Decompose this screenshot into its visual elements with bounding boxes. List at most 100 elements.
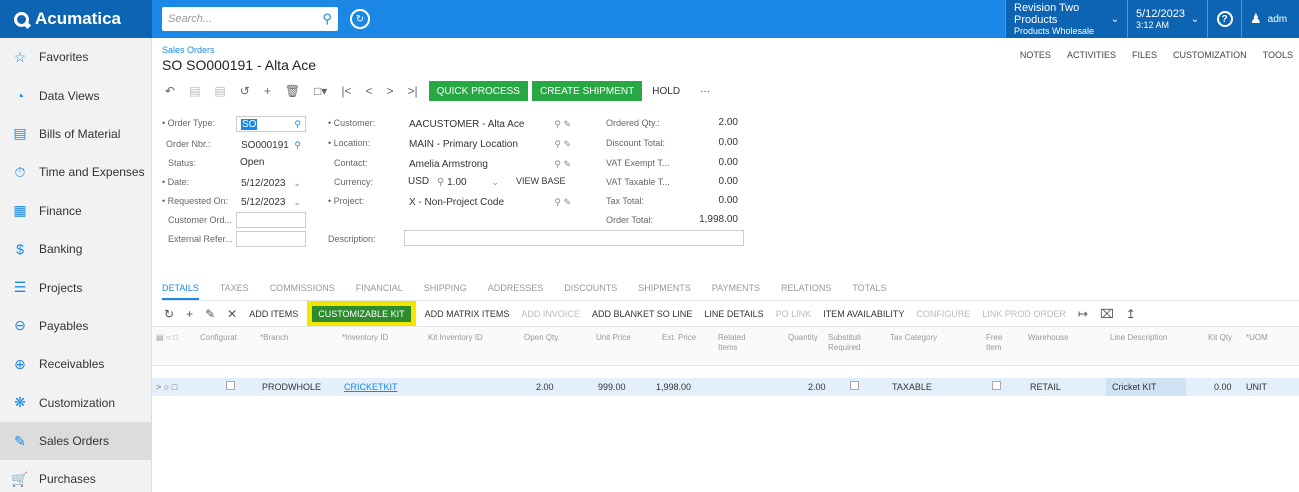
previous-record-icon[interactable]: < [358, 80, 379, 102]
description-field[interactable] [404, 230, 744, 246]
cell-line-description[interactable]: Cricket KIT [1112, 382, 1157, 392]
search-icon[interactable]: ⚲ ✎ [554, 159, 571, 170]
col-open-qty[interactable]: Open Qty. [524, 333, 560, 343]
tab-financial[interactable]: FINANCIAL [356, 281, 403, 300]
cell-ext-price[interactable]: 1,998.00 [656, 382, 691, 392]
cell-unit-price[interactable]: 999.00 [598, 382, 626, 392]
project-field[interactable]: X - Non-Project Code ⚲ ✎ [404, 194, 576, 210]
cell-open-qty[interactable]: 2.00 [536, 382, 554, 392]
undo-icon[interactable]: ↺ [233, 80, 257, 102]
company-selector[interactable]: Revision Two Products Products Wholesale… [1005, 0, 1127, 38]
search-icon[interactable]: ⚲ [294, 119, 301, 130]
tab-shipping[interactable]: SHIPPING [424, 281, 467, 300]
refresh-icon[interactable]: ↻ [158, 307, 180, 321]
sidebar-item-time-and-expenses[interactable]: ⏱ Time and Expenses [0, 153, 151, 191]
breadcrumb[interactable]: Sales Orders [162, 45, 215, 55]
search-icon[interactable]: ⚲ ✎ [554, 139, 571, 150]
sidebar-item-payables[interactable]: ⊖ Payables [0, 307, 151, 345]
files-link[interactable]: FILES [1132, 50, 1157, 60]
col-substitute-required[interactable]: Substituti Required [828, 333, 872, 353]
sidebar-item-receivables[interactable]: ⊕ Receivables [0, 345, 151, 383]
col-line-description[interactable]: Line Description [1110, 333, 1167, 343]
col-related-items[interactable]: Related Items [718, 333, 754, 353]
customizable-kit-button[interactable]: CUSTOMIZABLE KIT [307, 301, 416, 327]
col-uom[interactable]: *UOM [1246, 333, 1268, 343]
sidebar-item-projects[interactable]: ☰ Projects [0, 268, 151, 306]
history-icon[interactable]: ↻ [350, 9, 370, 29]
requested-on-field[interactable]: 5/12/2023 ⌄ [236, 194, 306, 210]
cell-inventory-id-link[interactable]: CRICKETKIT [344, 382, 398, 392]
location-field[interactable]: MAIN - Primary Location ⚲ ✎ [404, 136, 576, 152]
search-input[interactable]: Search... ⚲ [162, 7, 338, 31]
link-prod-order-button[interactable]: LINK PROD ORDER [976, 309, 1072, 319]
tab-taxes[interactable]: TAXES [220, 281, 249, 300]
order-nbr-field[interactable]: SO000191 ⚲ [236, 137, 306, 153]
hold-button[interactable]: HOLD [642, 86, 690, 97]
sidebar-item-customization[interactable]: ❋ Customization [0, 384, 151, 422]
col-quantity[interactable]: Quantity [788, 333, 818, 343]
acumatica-logo[interactable]: Acumatica [0, 0, 152, 38]
fit-columns-icon[interactable]: ↦ [1072, 307, 1094, 321]
tab-relations[interactable]: RELATIONS [781, 281, 831, 300]
sidebar-item-sales-orders[interactable]: ✎ Sales Orders [0, 421, 151, 461]
search-icon[interactable]: ⚲ ✎ [554, 119, 571, 130]
line-details-button[interactable]: LINE DETAILS [698, 309, 769, 319]
last-record-icon[interactable]: >| [401, 80, 425, 102]
cell-uom[interactable]: UNIT [1246, 382, 1267, 392]
tools-link[interactable]: TOOLS [1263, 50, 1293, 60]
search-icon[interactable]: ⚲ [322, 11, 332, 27]
back-icon[interactable]: ↶ [158, 80, 182, 102]
search-icon[interactable]: ⚲ ✎ [554, 197, 571, 208]
configurat-checkbox[interactable] [226, 381, 235, 390]
free-item-checkbox[interactable] [992, 381, 1001, 390]
customization-link[interactable]: CUSTOMIZATION [1173, 50, 1247, 60]
col-free-item[interactable]: Free Item [986, 333, 1010, 353]
currency-rate-field[interactable]: ⚲ 1.00 ⌄ [432, 174, 504, 190]
currency-value[interactable]: USD [408, 176, 429, 187]
view-base-button[interactable]: VIEW BASE [516, 176, 566, 186]
next-record-icon[interactable]: > [379, 80, 400, 102]
edit-icon[interactable]: ✎ [199, 307, 221, 321]
create-shipment-button[interactable]: CREATE SHIPMENT [531, 81, 643, 101]
customer-ord-field[interactable] [236, 212, 306, 228]
user-menu[interactable]: ♟ adm [1241, 0, 1299, 38]
col-configurat[interactable]: Configurat [200, 333, 237, 343]
notes-link[interactable]: NOTES [1020, 50, 1051, 60]
tab-addresses[interactable]: ADDRESSES [488, 281, 544, 300]
col-kit-qty[interactable]: Kit Qty [1208, 333, 1232, 343]
more-actions-button[interactable]: ··· [690, 86, 720, 97]
tab-details[interactable]: DETAILS [162, 281, 199, 300]
sidebar-item-banking[interactable]: $ Banking [0, 230, 151, 268]
save-close-icon[interactable]: ▤ [207, 80, 232, 102]
po-link-button[interactable]: PO LINK [770, 309, 818, 319]
add-matrix-items-button[interactable]: ADD MATRIX ITEMS [419, 309, 516, 319]
add-invoice-button[interactable]: ADD INVOICE [515, 309, 586, 319]
date-selector[interactable]: 5/12/2023 3:12 AM ⌄ [1127, 0, 1207, 38]
add-blanket-so-line-button[interactable]: ADD BLANKET SO LINE [586, 309, 698, 319]
tab-totals[interactable]: TOTALS [852, 281, 886, 300]
row-expand-icon[interactable]: > ○ □ [156, 382, 177, 392]
col-kit-inventory-id[interactable]: Kit Inventory ID [428, 333, 488, 343]
order-type-field[interactable]: SO ⚲ [236, 116, 306, 132]
tab-commissions[interactable]: COMMISSIONS [270, 281, 335, 300]
copy-icon[interactable]: □▾ [307, 80, 334, 102]
delete-icon[interactable]: 🗑 [278, 80, 307, 102]
sidebar-item-data-views[interactable]: ◔ Data Views [0, 76, 151, 114]
configure-button[interactable]: CONFIGURE [910, 309, 976, 319]
item-availability-button[interactable]: ITEM AVAILABILITY [817, 309, 910, 319]
quick-process-button[interactable]: QUICK PROCESS [428, 81, 528, 101]
substitute-required-checkbox[interactable] [850, 381, 859, 390]
table-row[interactable]: > ○ □ PRODWHOLE CRICKETKIT 2.00 999.00 1… [152, 378, 1299, 396]
col-ext-price[interactable]: Ext. Price [662, 333, 696, 343]
help-button[interactable]: ? [1207, 0, 1241, 38]
cell-tax-category[interactable]: TAXABLE [892, 382, 932, 392]
upload-icon[interactable]: ↥ [1120, 307, 1142, 321]
date-field[interactable]: 5/12/2023 ⌄ [236, 175, 306, 191]
tab-payments[interactable]: PAYMENTS [712, 281, 760, 300]
customer-field[interactable]: AACUSTOMER - Alta Ace ⚲ ✎ [404, 116, 576, 132]
col-warehouse[interactable]: Warehouse [1028, 333, 1069, 343]
tab-shipments[interactable]: SHIPMENTS [638, 281, 691, 300]
contact-field[interactable]: Amelia Armstrong ⚲ ✎ [404, 156, 576, 172]
col-branch[interactable]: *Branch [260, 333, 288, 343]
sidebar-item-purchases[interactable]: 🛒 Purchases [0, 460, 151, 492]
